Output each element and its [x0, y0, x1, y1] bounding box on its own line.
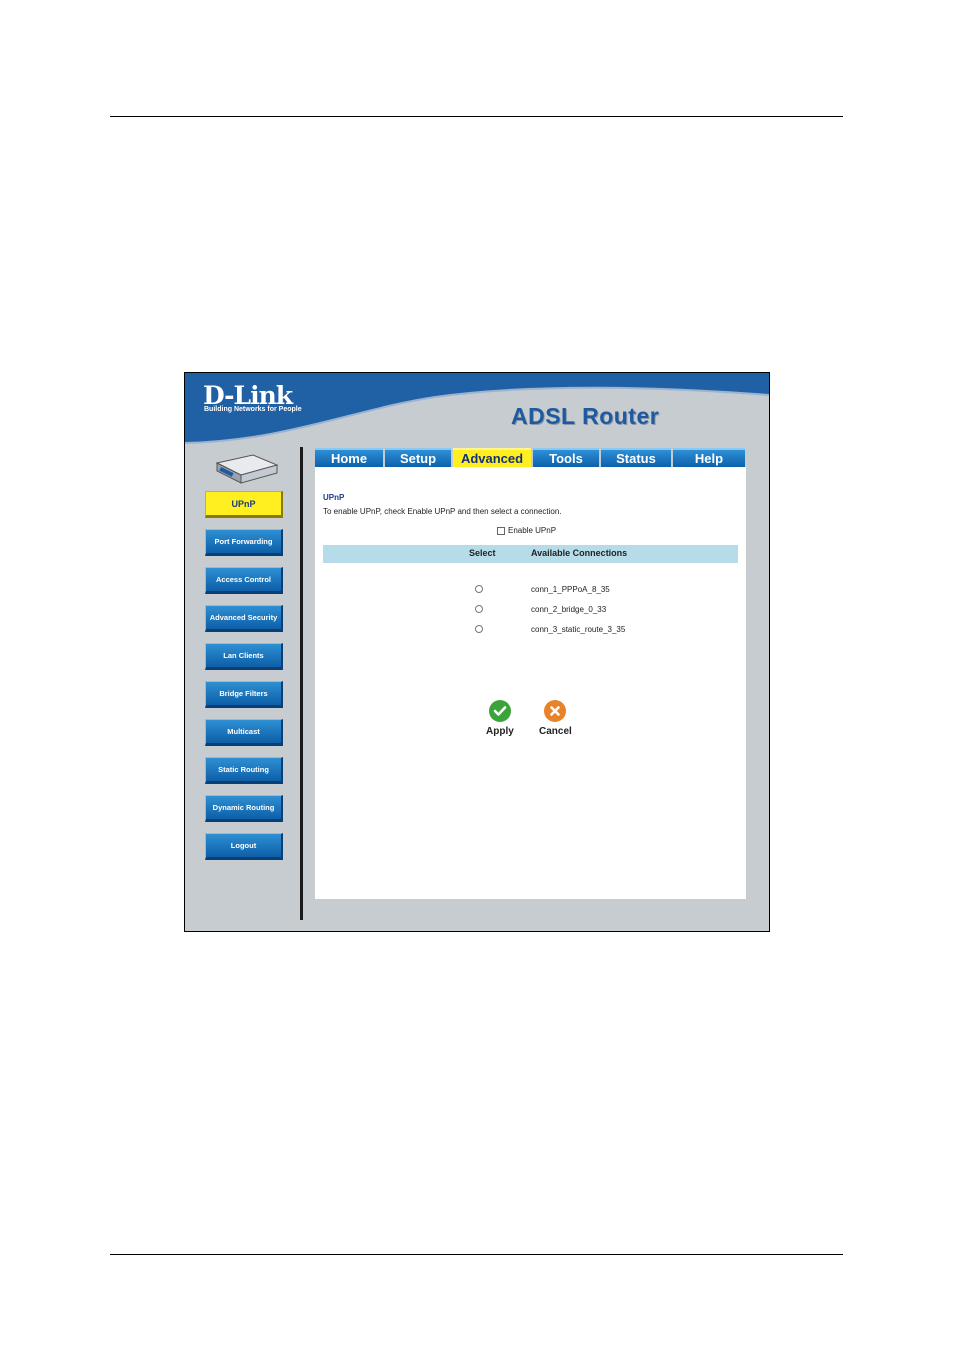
connection-radio[interactable] — [475, 585, 483, 593]
sidebar-item-static-routing[interactable]: Static Routing — [205, 757, 283, 784]
logo-tagline: Building Networks for People — [204, 406, 302, 413]
check-icon — [488, 700, 511, 722]
right-rail — [753, 447, 769, 931]
enable-upnp-row: Enable UPnP — [497, 526, 556, 535]
sidebar-item-dynamic-routing[interactable]: Dynamic Routing — [205, 795, 283, 822]
router-device-icon — [215, 454, 279, 484]
page-bottom-rule — [110, 1254, 843, 1255]
sidebar-item-lan-clients[interactable]: Lan Clients — [205, 643, 283, 670]
apply-label: Apply — [486, 726, 514, 737]
connection-radio[interactable] — [475, 625, 483, 633]
router-ui-screenshot: D-Link Building Networks for People ADSL… — [184, 372, 770, 932]
column-header-connections: Available Connections — [531, 548, 628, 558]
connection-name: conn_2_bridge_0_33 — [531, 604, 607, 614]
sidebar-item-access-control[interactable]: Access Control — [205, 567, 283, 594]
tab-help[interactable]: Help — [673, 448, 745, 467]
enable-upnp-label: Enable UPnP — [508, 526, 557, 535]
tab-tools[interactable]: Tools — [533, 448, 599, 467]
section-title: UPnP — [323, 493, 345, 502]
vertical-divider — [300, 447, 303, 920]
product-title: ADSL Router — [511, 403, 660, 429]
tab-status[interactable]: Status — [601, 448, 671, 467]
sidebar-item-multicast[interactable]: Multicast — [205, 719, 283, 746]
sidebar-item-port-forwarding[interactable]: Port Forwarding — [205, 529, 283, 556]
cancel-button[interactable]: Cancel — [539, 700, 572, 737]
apply-button[interactable]: Apply — [486, 700, 514, 737]
tab-setup[interactable]: Setup — [385, 448, 451, 467]
main-tabs: Home Setup Advanced Tools Status Help — [315, 448, 747, 467]
connection-name: conn_1_PPPoA_8_35 — [531, 584, 610, 594]
cancel-label: Cancel — [539, 726, 572, 737]
x-icon — [544, 700, 567, 722]
column-header-select: Select — [469, 548, 496, 558]
connections-table-header: Select Available Connections — [323, 545, 738, 563]
table-row: conn_2_bridge_0_33 — [475, 602, 606, 616]
connection-name: conn_3_static_route_3_35 — [531, 624, 626, 634]
table-row: conn_3_static_route_3_35 — [475, 622, 625, 636]
sidebar-item-logout[interactable]: Logout — [205, 833, 283, 860]
header-banner: D-Link Building Networks for People ADSL… — [185, 373, 769, 448]
content-panel: UPnP To enable UPnP, check Enable UPnP a… — [315, 467, 746, 899]
page-top-rule — [110, 116, 843, 117]
sidebar-item-bridge-filters[interactable]: Bridge Filters — [205, 681, 283, 708]
enable-upnp-checkbox[interactable] — [497, 526, 505, 535]
sidebar-item-advanced-security[interactable]: Advanced Security — [205, 605, 283, 632]
table-row: conn_1_PPPoA_8_35 — [475, 582, 610, 596]
tab-home[interactable]: Home — [315, 448, 383, 467]
tab-advanced[interactable]: Advanced — [453, 448, 531, 467]
section-description: To enable UPnP, check Enable UPnP and th… — [323, 507, 562, 516]
sidebar: UPnP Port Forwarding Access Control Adva… — [205, 491, 285, 871]
sidebar-item-upnp[interactable]: UPnP — [205, 491, 283, 518]
connection-radio[interactable] — [475, 605, 483, 613]
